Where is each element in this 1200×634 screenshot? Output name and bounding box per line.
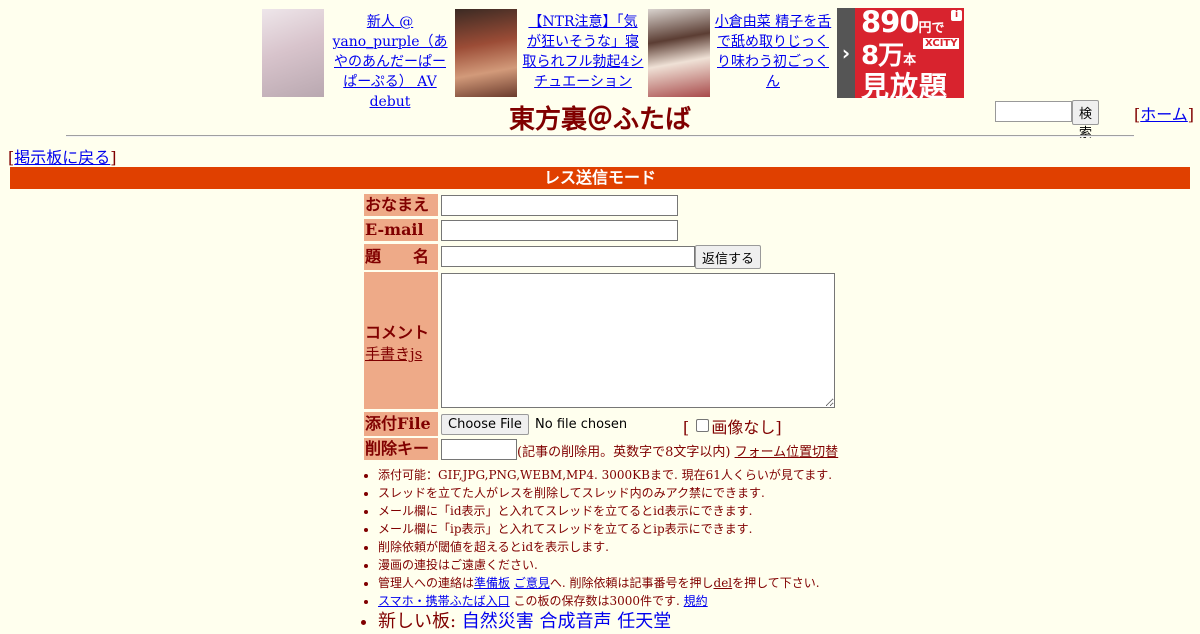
ad-link-2[interactable]: 【NTR注意】「気が狂いそうな」寝取られフル勃起4シチュエーション bbox=[522, 12, 644, 92]
delete-key-note: (記事の削除用。英数字で8文字以内) bbox=[517, 445, 731, 460]
mobile-entrance-link[interactable]: スマホ・携帯ふたば入口 bbox=[378, 594, 510, 608]
back-to-board-link[interactable]: 掲示板に戻る bbox=[14, 148, 110, 167]
rule-item: メール欄に「id表示」と入れてスレッドを立てるとid表示にできます. bbox=[378, 502, 832, 520]
handwriting-link[interactable]: 手書きjs bbox=[365, 345, 422, 363]
rule-text: を押して下さい. bbox=[732, 576, 820, 590]
no-image-checkbox[interactable] bbox=[696, 419, 710, 432]
board-link-disaster[interactable]: 自然災害 bbox=[462, 611, 534, 632]
ad-thumbnail-2[interactable] bbox=[455, 9, 517, 97]
home-link-wrapper: [ホーム] bbox=[1134, 105, 1195, 124]
prep-board-link[interactable]: 準備板 bbox=[474, 576, 510, 590]
del-link[interactable]: del bbox=[714, 576, 733, 590]
banner-brand: XCITY bbox=[923, 38, 960, 49]
search-button[interactable]: 検索 bbox=[1072, 100, 1100, 141]
home-link[interactable]: ホーム bbox=[1140, 105, 1188, 124]
rule-text: へ. 削除依頼は記事番号を押し bbox=[549, 576, 714, 590]
back-link-wrapper: [掲示板に戻る] bbox=[8, 148, 117, 167]
rule-text: この板の保存数は3000件です. bbox=[509, 594, 684, 608]
rule-item: 漫画の連投はご遠慮ください. bbox=[378, 556, 832, 574]
no-image-label: 画像なし bbox=[711, 418, 776, 437]
rule-item-contact: 管理人への連絡は準備板 ご意見へ. 削除依頼は記事番号を押しdelを押して下さい… bbox=[378, 574, 832, 592]
rule-item: 添付可能：GIF,JPG,PNG,WEBM,MP4. 3000KBまで. 現在6… bbox=[378, 466, 832, 484]
rule-item: メール欄に「ip表示」と入れてスレッドを立てるとip表示にできます. bbox=[378, 520, 832, 538]
name-input[interactable] bbox=[441, 195, 678, 216]
choose-file-button[interactable]: Choose File bbox=[441, 414, 529, 435]
ad-link-1[interactable]: 新人 @ yano_purple（あやのあんだーぱーぱーぷる） AV debut bbox=[331, 12, 449, 112]
feedback-link[interactable]: ご意見 bbox=[514, 576, 550, 590]
ad-badge-icon: i bbox=[951, 10, 962, 21]
delete-key-note-wrapper: (記事の削除用。英数字で8文字以内) フォーム位置切替 bbox=[517, 441, 838, 460]
no-image-option: [ 画像なし] bbox=[683, 418, 782, 437]
rule-item: スレッドを立てた人がレスを削除してスレッド内のみアク禁にできます. bbox=[378, 484, 832, 502]
header-divider bbox=[66, 135, 1134, 137]
mode-bar: レス送信モード bbox=[10, 167, 1190, 189]
email-label: E-mail bbox=[364, 219, 438, 241]
new-boards-label: 新しい板: bbox=[378, 611, 462, 632]
rule-item: 削除依頼が閾値を超えるとidを表示します. bbox=[378, 538, 832, 556]
no-file-text: No file chosen bbox=[535, 417, 628, 432]
ad-thumbnail-3[interactable] bbox=[648, 9, 710, 97]
board-link-nintendo[interactable]: 任天堂 bbox=[617, 611, 671, 632]
delete-key-label: 削除キー bbox=[364, 438, 438, 460]
terms-link[interactable]: 規約 bbox=[684, 594, 708, 608]
form-position-toggle-link[interactable]: フォーム位置切替 bbox=[735, 445, 839, 460]
email-input[interactable] bbox=[441, 220, 678, 241]
board-link-synthvoice[interactable]: 合成音声 bbox=[540, 611, 612, 632]
rule-item-new-boards: 新しい板: 自然災害 合成音声 任天堂 bbox=[378, 610, 832, 634]
ad-link-3[interactable]: 小倉由菜 精子を舌で舐め取りじっくり味わう初ごっくん bbox=[714, 12, 832, 92]
file-label: 添付File bbox=[364, 412, 438, 436]
banner-price: 890 bbox=[861, 5, 920, 39]
rule-text: 管理人への連絡は bbox=[378, 576, 475, 590]
name-label: おなまえ bbox=[364, 194, 438, 216]
rule-item-mobile: スマホ・携帯ふたば入口 この板の保存数は3000件です. 規約 bbox=[378, 592, 832, 610]
ad-thumbnail-1[interactable] bbox=[262, 9, 324, 97]
search-input[interactable] bbox=[995, 101, 1072, 122]
ad-strip: 新人 @ yano_purple（あやのあんだーぱーぱーぷる） AV debut… bbox=[262, 5, 964, 110]
subject-label: 題 名 bbox=[364, 244, 438, 270]
banner-price-unit: 円で bbox=[918, 21, 945, 36]
subject-input[interactable] bbox=[441, 246, 695, 267]
delete-key-input[interactable] bbox=[441, 439, 517, 460]
file-input[interactable]: Choose File No file chosen bbox=[441, 414, 627, 435]
comment-label: コメント bbox=[365, 323, 430, 342]
rules-list: 添付可能：GIF,JPG,PNG,WEBM,MP4. 3000KBまで. 現在6… bbox=[360, 466, 832, 634]
ad-banner[interactable]: 890円で 8万本 XCITY 見放題 i bbox=[855, 5, 964, 103]
comment-textarea[interactable] bbox=[441, 273, 835, 408]
submit-reply-button[interactable]: 返信する bbox=[695, 245, 762, 269]
comment-label-cell: コメント 手書きjs bbox=[364, 272, 438, 409]
ad-next-arrow-icon[interactable]: › bbox=[837, 8, 855, 98]
search-form: 検索 bbox=[995, 100, 1100, 141]
